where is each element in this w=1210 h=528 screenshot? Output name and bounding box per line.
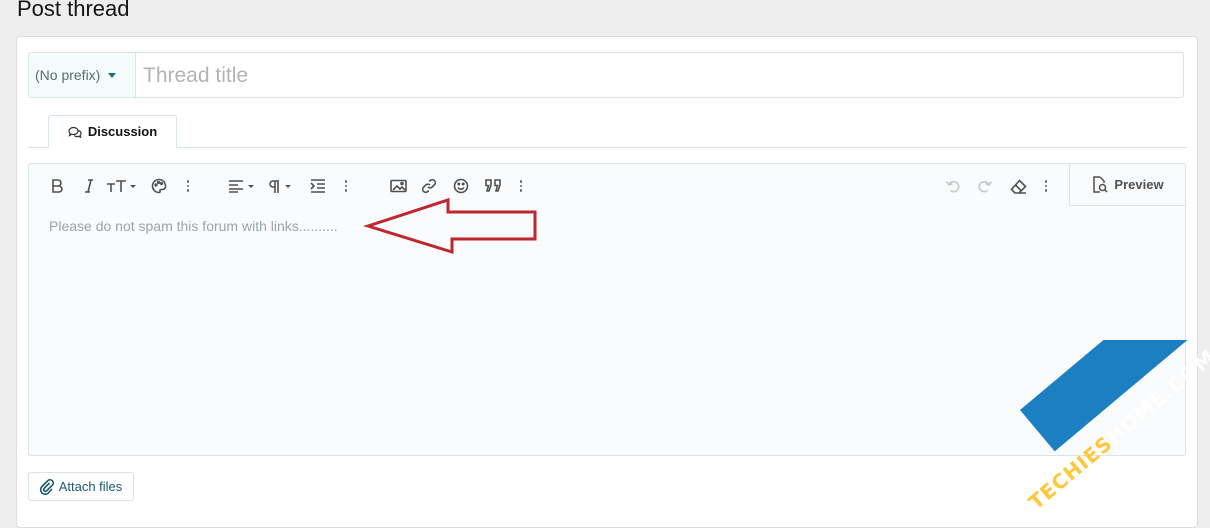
palette-icon <box>151 178 167 194</box>
more-misc-options-button[interactable] <box>1044 174 1048 198</box>
more-paragraph-options-button[interactable] <box>344 174 348 198</box>
attach-files-label: Attach files <box>58 479 123 494</box>
undo-button[interactable] <box>944 174 962 198</box>
italic-button[interactable] <box>81 174 97 198</box>
indent-icon <box>310 179 325 193</box>
editor-toolbar: Preview <box>29 164 1185 206</box>
preview-button[interactable]: Preview <box>1069 164 1185 206</box>
italic-icon <box>85 179 93 193</box>
indent-button[interactable] <box>309 174 327 198</box>
emoji-button[interactable] <box>452 174 470 198</box>
annotation-arrow <box>363 197 537 255</box>
redo-button[interactable] <box>976 174 994 198</box>
preview-label: Preview <box>1114 177 1164 192</box>
preview-icon <box>1093 176 1108 193</box>
bold-button[interactable] <box>49 174 65 198</box>
redo-icon <box>978 180 993 193</box>
vertical-dots-icon <box>519 178 523 194</box>
editor-placeholder: Please do not spam this forum with links… <box>49 218 338 234</box>
align-button[interactable] <box>227 174 257 198</box>
eraser-icon <box>1009 178 1027 194</box>
comments-icon <box>68 126 82 138</box>
insert-image-button[interactable] <box>389 174 407 198</box>
quote-icon <box>485 179 501 192</box>
image-icon <box>389 179 407 193</box>
more-insert-options-button[interactable] <box>519 174 523 198</box>
thread-title-input[interactable] <box>141 53 1185 99</box>
text-color-button[interactable] <box>150 174 168 198</box>
chevron-down-icon <box>108 72 117 78</box>
insert-link-button[interactable] <box>420 174 438 198</box>
bold-icon <box>52 179 63 193</box>
attach-files-button[interactable]: Attach files <box>28 472 134 501</box>
vertical-dots-icon <box>186 178 190 194</box>
paragraph-format-button[interactable] <box>267 174 295 198</box>
link-icon <box>421 178 437 194</box>
tab-label: Discussion <box>87 124 158 139</box>
clear-formatting-button[interactable] <box>1009 174 1027 198</box>
tab-discussion[interactable]: Discussion <box>48 115 177 148</box>
more-text-options-button[interactable] <box>186 174 190 198</box>
undo-icon <box>945 180 960 193</box>
font-size-button[interactable] <box>105 174 137 198</box>
text-size-icon <box>107 180 136 192</box>
vertical-dots-icon <box>1044 178 1048 194</box>
smiley-icon <box>453 178 469 194</box>
vertical-dots-icon <box>344 178 348 194</box>
watermark-logo: TECHIESHOME.COM <box>990 340 1210 508</box>
prefix-dropdown[interactable]: (No prefix) <box>29 53 136 97</box>
thread-title-row: (No prefix) <box>28 52 1185 99</box>
paperclip-icon <box>39 478 54 495</box>
align-left-icon <box>229 180 254 193</box>
tab-divider <box>28 147 1186 148</box>
prefix-label: (No prefix) <box>35 67 101 83</box>
paragraph-icon <box>269 179 291 193</box>
page-title: Post thread <box>17 0 130 21</box>
quote-button[interactable] <box>483 174 505 198</box>
